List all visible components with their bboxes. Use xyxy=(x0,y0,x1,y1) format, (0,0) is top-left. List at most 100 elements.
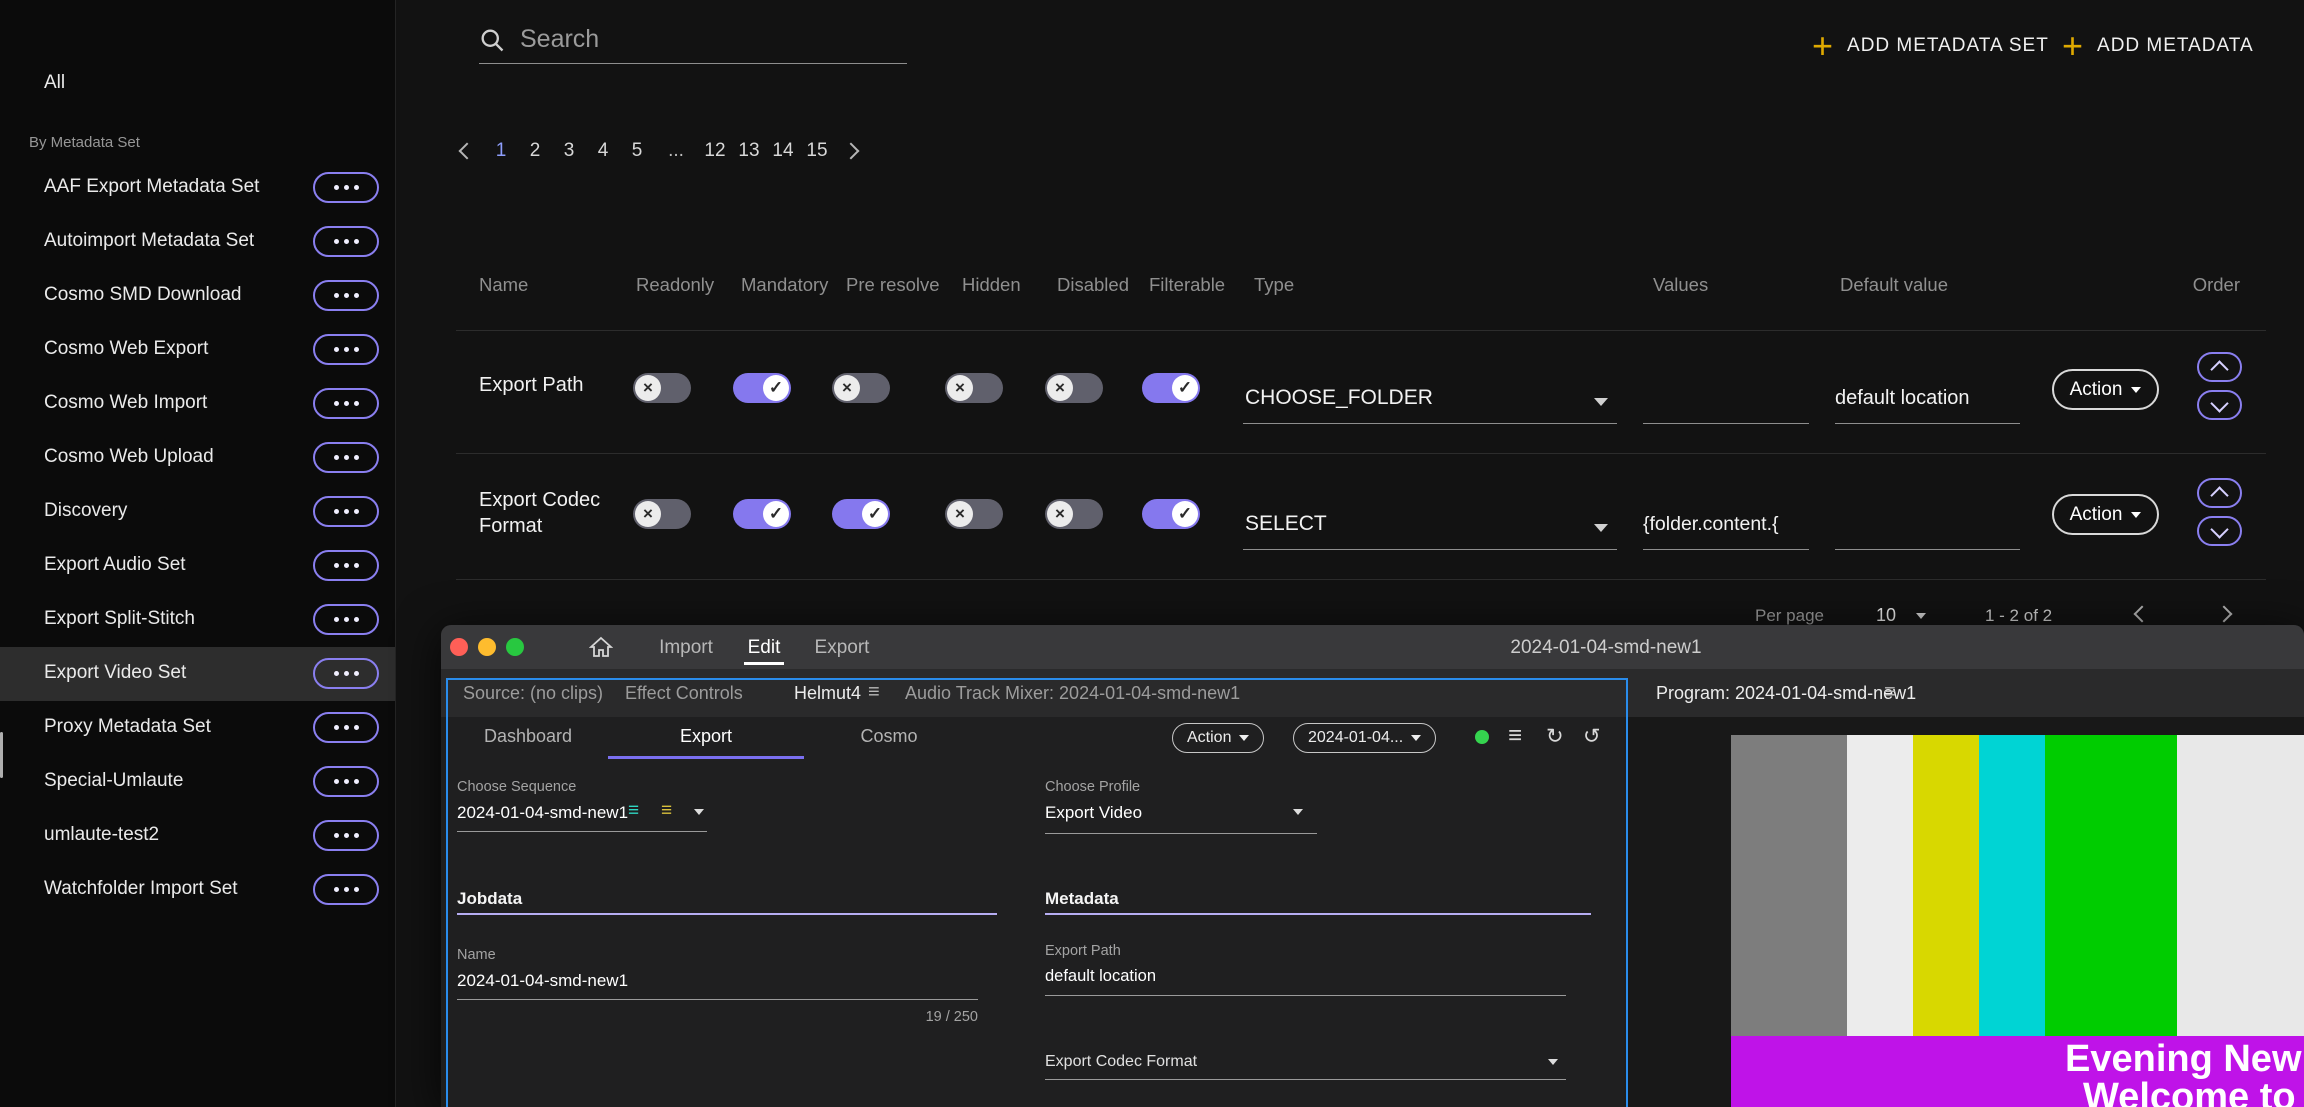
toggle-disabled[interactable] xyxy=(1045,373,1103,403)
toggle-disabled[interactable] xyxy=(1045,499,1103,529)
sidebar-item[interactable]: Cosmo Web Upload xyxy=(0,431,395,485)
toggle-readonly[interactable] xyxy=(633,373,691,403)
footer-next-button[interactable] xyxy=(2216,606,2233,623)
sidebar-item[interactable]: Cosmo Web Export xyxy=(0,323,395,377)
name-field[interactable]: 2024-01-04-smd-new1 xyxy=(457,971,628,991)
prev-page-button[interactable] xyxy=(450,145,484,157)
move-up-button[interactable] xyxy=(2197,352,2242,382)
item-more-button[interactable] xyxy=(313,604,379,635)
item-more-button[interactable] xyxy=(313,226,379,257)
default-value-field[interactable]: default location xyxy=(1835,387,1970,410)
item-more-button[interactable] xyxy=(313,712,379,743)
values-field[interactable]: {folder.content.{ xyxy=(1643,513,1779,536)
type-select[interactable]: CHOOSE_FOLDER xyxy=(1245,386,1433,410)
sidebar-scrollbar[interactable] xyxy=(0,732,3,778)
sidebar-item[interactable]: Export Audio Set xyxy=(0,539,395,593)
sidebar-item[interactable]: Watchfolder Import Set xyxy=(0,863,395,917)
sync-icon[interactable]: ↺ xyxy=(1583,724,1601,749)
sidebar-item[interactable]: Export Split-Stitch xyxy=(0,593,395,647)
page-number[interactable]: 1 xyxy=(484,140,518,162)
menu-tab-edit[interactable]: Edit xyxy=(728,637,800,659)
page-number[interactable]: 2 xyxy=(518,140,552,162)
hamburger-menu-icon[interactable]: ≡ xyxy=(1508,722,1522,750)
panel-tab-program[interactable]: Program: 2024-01-04-smd-new1 xyxy=(1656,683,1916,704)
close-window-button[interactable] xyxy=(450,638,468,656)
menu-tab-import[interactable]: Import xyxy=(646,637,726,659)
panel-tab-helmut[interactable]: Helmut4 xyxy=(794,683,861,704)
helmut-action-button[interactable]: Action xyxy=(1172,723,1264,753)
panel-menu-icon[interactable]: ≡ xyxy=(1884,681,1896,704)
per-page-value[interactable]: 10 xyxy=(1876,605,1896,626)
preset-dropdown[interactable]: 2024-01-04... xyxy=(1293,723,1436,753)
action-menu-button[interactable]: Action xyxy=(2052,369,2159,410)
search-input[interactable] xyxy=(518,20,892,58)
toggle-hidden[interactable] xyxy=(945,499,1003,529)
item-more-button[interactable] xyxy=(313,172,379,203)
home-icon[interactable] xyxy=(589,635,613,664)
toggle-filterable[interactable] xyxy=(1142,373,1200,403)
tab-dashboard[interactable]: Dashboard xyxy=(448,717,608,759)
page-number[interactable]: 13 xyxy=(732,140,766,162)
item-more-button[interactable] xyxy=(313,334,379,365)
sidebar-item[interactable]: Special-Umlaute xyxy=(0,755,395,809)
footer-prev-button[interactable] xyxy=(2134,606,2151,623)
sidebar-item[interactable]: Autoimport Metadata Set xyxy=(0,215,395,269)
toggle-readonly[interactable] xyxy=(633,499,691,529)
chevron-down-icon[interactable] xyxy=(694,809,704,815)
item-more-button[interactable] xyxy=(313,820,379,851)
add-metadata-set-button[interactable]: + ADD METADATA SET xyxy=(1812,26,2049,66)
sidebar-item[interactable]: Export Video Set xyxy=(0,647,395,701)
window-titlebar[interactable]: Import Edit Export 2024-01-04-smd-new1 xyxy=(441,625,2304,669)
page-number[interactable]: 14 xyxy=(766,140,800,162)
page-number[interactable]: 15 xyxy=(800,140,834,162)
add-metadata-button[interactable]: + ADD METADATA xyxy=(2062,26,2254,66)
chevron-down-icon[interactable] xyxy=(1916,613,1926,619)
menu-tab-export[interactable]: Export xyxy=(802,637,882,659)
chevron-down-icon[interactable] xyxy=(1594,524,1608,532)
minimize-window-button[interactable] xyxy=(478,638,496,656)
sidebar-item[interactable]: Discovery xyxy=(0,485,395,539)
type-select[interactable]: SELECT xyxy=(1245,512,1327,536)
item-more-button[interactable] xyxy=(313,874,379,905)
panel-menu-icon[interactable]: ≡ xyxy=(868,681,880,704)
item-more-button[interactable] xyxy=(313,658,379,689)
tab-export[interactable]: Export xyxy=(608,717,804,759)
page-number[interactable]: 12 xyxy=(698,140,732,162)
toggle-preresolve[interactable] xyxy=(832,373,890,403)
sequence-menu-icon[interactable]: ≡ xyxy=(661,800,672,822)
page-number[interactable]: 4 xyxy=(586,140,620,162)
panel-tab-effect-controls[interactable]: Effect Controls xyxy=(625,683,743,704)
item-more-button[interactable] xyxy=(313,280,379,311)
toggle-hidden[interactable] xyxy=(945,373,1003,403)
chevron-down-icon[interactable] xyxy=(1293,809,1303,815)
export-path-field[interactable]: default location xyxy=(1045,967,1156,986)
item-more-button[interactable] xyxy=(313,442,379,473)
sidebar-item[interactable]: umlaute-test2 xyxy=(0,809,395,863)
panel-tab-source[interactable]: Source: (no clips) xyxy=(463,683,603,704)
item-more-button[interactable] xyxy=(313,550,379,581)
toggle-mandatory[interactable] xyxy=(733,373,791,403)
sidebar-item[interactable]: Proxy Metadata Set xyxy=(0,701,395,755)
profile-value[interactable]: Export Video xyxy=(1045,803,1142,823)
sidebar-item[interactable]: AAF Export Metadata Set xyxy=(0,161,395,215)
sidebar-item-all[interactable]: All xyxy=(0,62,395,116)
toggle-filterable[interactable] xyxy=(1142,499,1200,529)
action-menu-button[interactable]: Action xyxy=(2052,494,2159,535)
tab-cosmo[interactable]: Cosmo xyxy=(804,717,974,759)
chevron-down-icon[interactable] xyxy=(1548,1059,1558,1065)
sidebar-item[interactable]: Cosmo Web Import xyxy=(0,377,395,431)
maximize-window-button[interactable] xyxy=(506,638,524,656)
move-down-button[interactable] xyxy=(2197,390,2242,420)
page-number[interactable]: 3 xyxy=(552,140,586,162)
toggle-mandatory[interactable] xyxy=(733,499,791,529)
toggle-preresolve[interactable] xyxy=(832,499,890,529)
chevron-down-icon[interactable] xyxy=(1594,398,1608,406)
item-more-button[interactable] xyxy=(313,766,379,797)
item-more-button[interactable] xyxy=(313,496,379,527)
move-up-button[interactable] xyxy=(2197,478,2242,508)
panel-tab-audio-mixer[interactable]: Audio Track Mixer: 2024-01-04-smd-new1 xyxy=(905,683,1240,704)
item-more-button[interactable] xyxy=(313,388,379,419)
sequence-value[interactable]: 2024-01-04-smd-new1 xyxy=(457,803,628,823)
sequence-list-icon[interactable]: ≡ xyxy=(628,800,639,822)
refresh-icon[interactable]: ↻ xyxy=(1546,724,1564,749)
